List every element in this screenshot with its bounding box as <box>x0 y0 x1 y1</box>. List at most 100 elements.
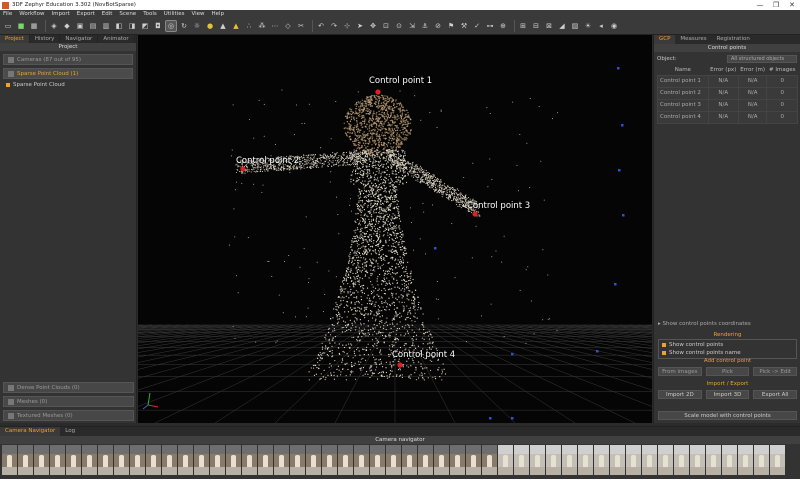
menu-scene[interactable]: Scene <box>119 11 136 17</box>
camera-thumbnail[interactable] <box>338 445 353 475</box>
hide-icon[interactable]: ⊘ <box>433 21 443 31</box>
show-names-option[interactable]: Show control points name <box>662 349 793 357</box>
pick-button[interactable]: Pick <box>705 367 750 376</box>
camera-marker-icon[interactable] <box>621 124 624 127</box>
warning-icon[interactable]: ▲ <box>231 21 241 31</box>
tab-project[interactable]: Project <box>0 35 30 43</box>
camera-marker-icon[interactable] <box>511 417 514 420</box>
tool-icon[interactable]: ⚒ <box>459 21 469 31</box>
layers-icon[interactable]: ▥ <box>101 21 111 31</box>
camera-thumbnail[interactable] <box>386 445 401 475</box>
cameras-item[interactable]: Cameras (87 out of 95) <box>3 54 133 65</box>
camera-thumbnail[interactable] <box>242 445 257 475</box>
camera-thumbnail[interactable] <box>274 445 289 475</box>
camera-marker-icon[interactable] <box>596 350 599 353</box>
camera-thumbnail[interactable] <box>418 445 433 475</box>
control-point-2-marker[interactable] <box>240 166 246 172</box>
tab-gcp[interactable]: GCP <box>654 35 676 44</box>
menu-view[interactable]: View <box>191 11 204 17</box>
camera-thumbnail[interactable] <box>322 445 337 475</box>
camera-thumbnail[interactable] <box>18 445 33 475</box>
camera-marker-icon[interactable] <box>434 247 437 250</box>
object-select[interactable]: All structured objects <box>727 55 797 63</box>
camera-thumbnail[interactable] <box>466 445 481 475</box>
dense-clouds-item[interactable]: Dense Point Clouds (0) <box>3 382 134 393</box>
camera-thumbnail[interactable] <box>434 445 449 475</box>
anchor-icon[interactable]: ⚓ <box>420 21 430 31</box>
menu-help[interactable]: Help <box>212 11 225 17</box>
camera-marker-icon[interactable] <box>489 417 492 420</box>
import-3d-button[interactable]: Import 3D <box>705 390 750 399</box>
camera-thumbnail[interactable] <box>754 445 769 475</box>
show-points-checkbox[interactable] <box>662 343 666 347</box>
camera-thumbnail[interactable] <box>706 445 721 475</box>
camera-thumbnail[interactable] <box>722 445 737 475</box>
camera-thumbnail[interactable] <box>482 445 497 475</box>
scale-model-button[interactable]: Scale model with control points <box>658 411 797 420</box>
orbit-icon[interactable]: ◎ <box>165 20 177 32</box>
camera-view-icon[interactable]: ⊞ <box>518 21 528 31</box>
cube-wire-icon[interactable]: ◩ <box>140 21 150 31</box>
rotate-icon[interactable]: ↻ <box>179 21 189 31</box>
minimize-button[interactable]: — <box>752 1 768 9</box>
pointer-icon[interactable]: ➤ <box>355 21 365 31</box>
camera-thumbnail[interactable] <box>178 445 193 475</box>
workflow-icon[interactable]: ■ <box>16 21 26 31</box>
camera-thumbnail[interactable] <box>370 445 385 475</box>
scale-icon[interactable]: ⇲ <box>407 21 417 31</box>
menu-tools[interactable]: Tools <box>143 11 157 17</box>
camera-thumbnail[interactable] <box>210 445 225 475</box>
control-point-3-marker[interactable] <box>472 211 478 217</box>
sparse-cloud-entry[interactable]: Sparse Point Cloud <box>6 82 136 88</box>
redo-icon[interactable]: ↷ <box>329 21 339 31</box>
eye-icon[interactable]: ◉ <box>609 21 619 31</box>
camera-thumbnail[interactable] <box>562 445 577 475</box>
camera-thumbnail[interactable] <box>594 445 609 475</box>
menu-utilities[interactable]: Utilities <box>164 11 185 17</box>
camera-thumbnail[interactable] <box>610 445 625 475</box>
target-icon[interactable]: ⊕ <box>498 21 508 31</box>
bulb-icon[interactable]: ● <box>205 21 215 31</box>
cube-solid-icon[interactable]: ◨ <box>127 21 137 31</box>
camera-marker-icon[interactable] <box>622 214 625 217</box>
pick-edit-button[interactable]: Pick -> Edit <box>753 367 798 376</box>
camera-thumbnail[interactable] <box>226 445 241 475</box>
camera-thumbnail[interactable] <box>98 445 113 475</box>
tab-registration[interactable]: Registration <box>712 35 755 44</box>
menu-workflow[interactable]: Workflow <box>19 11 44 17</box>
show-points-option[interactable]: Show control points <box>662 341 793 349</box>
meshes-item[interactable]: Meshes (0) <box>3 396 134 407</box>
menu-export[interactable]: Export <box>77 11 95 17</box>
camera-thumbnail[interactable] <box>130 445 145 475</box>
camera-thumbnail[interactable] <box>674 445 689 475</box>
table-row[interactable]: Control point 4 N/A N/A 0 <box>657 110 798 124</box>
menu-file[interactable]: File <box>3 11 12 17</box>
texture-icon[interactable]: ▣ <box>75 21 85 31</box>
camera-thumbnail[interactable] <box>162 445 177 475</box>
camera-thumbnail[interactable] <box>402 445 417 475</box>
box-icon[interactable]: ◧ <box>114 21 124 31</box>
camera-thumbnail[interactable] <box>146 445 161 475</box>
new-project-icon[interactable]: ▭ <box>3 21 13 31</box>
tab-history[interactable]: History <box>30 35 61 43</box>
cut-icon[interactable]: ✂ <box>296 21 306 31</box>
tab-animator[interactable]: Animator <box>98 35 135 43</box>
open-icon[interactable]: ▦ <box>29 21 39 31</box>
camera-thumbnail[interactable] <box>738 445 753 475</box>
camera-thumbnail[interactable] <box>290 445 305 475</box>
ortho-icon[interactable]: ⊟ <box>531 21 541 31</box>
3d-viewport[interactable]: Control point 1 Control point 2 Control … <box>138 35 652 423</box>
points-icon[interactable]: ⋯ <box>270 21 280 31</box>
menu-edit[interactable]: Edit <box>102 11 113 17</box>
camera-thumbnail[interactable] <box>114 445 129 475</box>
control-point-4-marker[interactable] <box>397 362 403 368</box>
camera-thumbnail[interactable] <box>450 445 465 475</box>
table-row[interactable]: Control point 3 N/A N/A 0 <box>657 98 798 112</box>
camera-thumbnail[interactable] <box>514 445 529 475</box>
vertex-icon[interactable]: ⁂ <box>257 21 267 31</box>
grid-icon[interactable]: ▤ <box>88 21 98 31</box>
select-icon[interactable]: ⊡ <box>381 21 391 31</box>
light-icon[interactable]: ☼ <box>192 21 202 31</box>
camera-thumbnail[interactable] <box>354 445 369 475</box>
menu-import[interactable]: Import <box>51 11 69 17</box>
